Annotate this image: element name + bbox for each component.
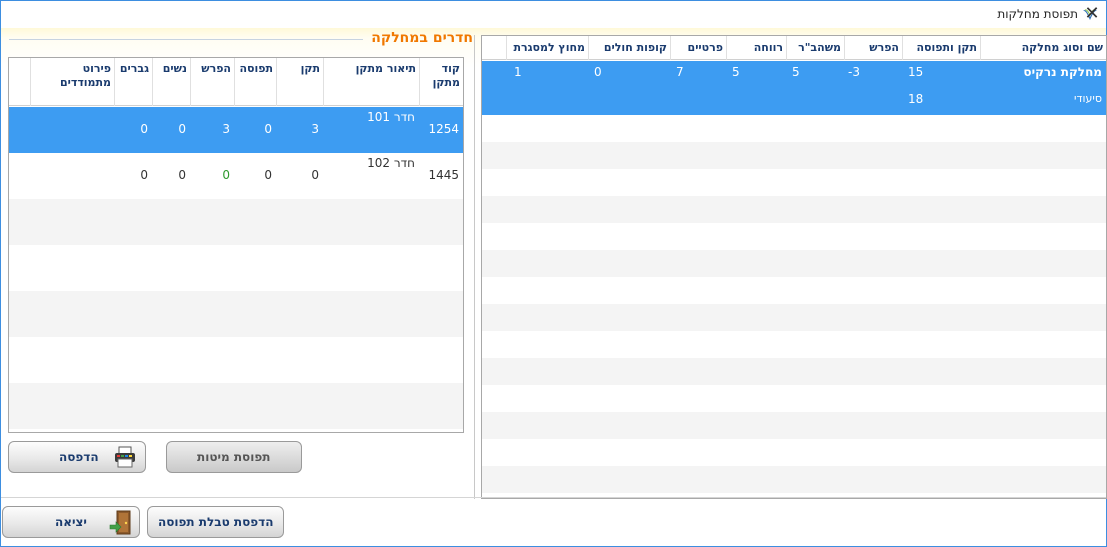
room-row[interactable]: 1445 חדר 102 0 0 0 0 0 [9, 153, 463, 199]
window-body: שם וסוג מחלקה תקן ותפוסה הפרש משהב"ר רוו… [1, 28, 1107, 546]
exit-door-icon [109, 510, 131, 535]
empty-row [9, 383, 463, 429]
empty-row [482, 115, 1106, 142]
close-icon[interactable]: ✕ [1081, 4, 1103, 24]
printer-icon [115, 446, 135, 468]
empty-row [482, 412, 1106, 439]
empty-row [482, 385, 1106, 412]
room-desc: חדר 101 [367, 110, 415, 124]
exit-button[interactable]: יציאה [2, 506, 140, 538]
col-ministry[interactable]: משהב"ר [786, 36, 844, 60]
empty-row [482, 196, 1106, 223]
department-private: 7 [676, 65, 684, 79]
department-row[interactable]: מחלקת נרקיס סיעודי 15 18 -3 5 5 7 0 1 [482, 61, 1106, 115]
bed-occupancy-button[interactable]: תפוסת מיטות [166, 441, 302, 473]
department-name: מחלקת נרקיס [1023, 65, 1102, 79]
print-button[interactable]: הדפסה [8, 441, 146, 473]
col-hmo[interactable]: קופות חולים [588, 36, 670, 60]
col-standard[interactable]: תקן [276, 58, 323, 106]
empty-row [482, 331, 1106, 358]
col-private[interactable]: פרטיים [670, 36, 726, 60]
window-title: תפוסת מחלקות [997, 7, 1078, 21]
col-facility-code[interactable]: קוד מתקן [419, 58, 463, 106]
department-standard: 15 [908, 65, 924, 79]
empty-row [482, 466, 1106, 493]
empty-row [9, 245, 463, 291]
panel-divider [474, 35, 475, 499]
empty-row [482, 169, 1106, 196]
bed-occupancy-button-label: תפוסת מיטות [197, 450, 271, 464]
col-facility-desc[interactable]: תיאור מתקן [323, 58, 419, 106]
department-welfare: 5 [732, 65, 740, 79]
department-ministry: 5 [792, 65, 800, 79]
department-occupancy: 18 [908, 92, 924, 106]
departments-grid: שם וסוג מחלקה תקן ותפוסה הפרש משהב"ר רוו… [481, 35, 1107, 499]
col-outside-framework[interactable]: מחוץ למסגרת [506, 36, 588, 60]
room-row[interactable]: 1254 חדר 101 3 0 3 0 0 [9, 107, 463, 153]
department-outside: 1 [514, 65, 522, 79]
col-difference[interactable]: הפרש [844, 36, 902, 60]
title-bar: תפוסת מחלקות ✕ [1, 1, 1106, 28]
col-men[interactable]: גברים [114, 58, 152, 106]
print-occupancy-table-label: הדפסת טבלת תפוסה [158, 515, 274, 529]
footer-divider [1, 497, 1106, 498]
empty-row [9, 291, 463, 337]
rooms-grid-header: קוד מתקן תיאור מתקן תקן תפוסה הפרש נשים … [9, 58, 463, 106]
department-occupancy-window: תפוסת מחלקות ✕ שם וסוג מחלקה תקן ותפוסה … [0, 0, 1107, 547]
empty-row [482, 277, 1106, 304]
exit-button-label: יציאה [55, 515, 87, 529]
department-type: סיעודי [1074, 92, 1102, 105]
empty-row [482, 304, 1106, 331]
empty-row [482, 439, 1106, 466]
col-standard-occupancy[interactable]: תקן ותפוסה [902, 36, 980, 60]
col-department-name[interactable]: שם וסוג מחלקה [980, 36, 1106, 60]
rooms-grid: קוד מתקן תיאור מתקן תקן תפוסה הפרש נשים … [8, 57, 464, 433]
rooms-section-title: חדרים במחלקה [371, 30, 473, 46]
empty-row [482, 223, 1106, 250]
department-difference: -3 [848, 65, 860, 79]
col-difference[interactable]: הפרש [190, 58, 234, 106]
empty-row [9, 199, 463, 245]
col-patient-details[interactable]: פירוט מתמודדים [30, 58, 114, 106]
empty-row [482, 358, 1106, 385]
col-women[interactable]: נשים [152, 58, 190, 106]
print-occupancy-table-button[interactable]: הדפסת טבלת תפוסה [147, 506, 284, 538]
col-welfare[interactable]: רווחה [726, 36, 786, 60]
empty-row [9, 337, 463, 383]
print-button-label: הדפסה [59, 450, 99, 464]
room-desc: חדר 102 [367, 156, 415, 170]
department-hmo: 0 [594, 65, 602, 79]
col-occupancy[interactable]: תפוסה [234, 58, 276, 106]
departments-grid-header: שם וסוג מחלקה תקן ותפוסה הפרש משהב"ר רוו… [482, 36, 1106, 60]
empty-row [482, 142, 1106, 169]
empty-row [482, 250, 1106, 277]
